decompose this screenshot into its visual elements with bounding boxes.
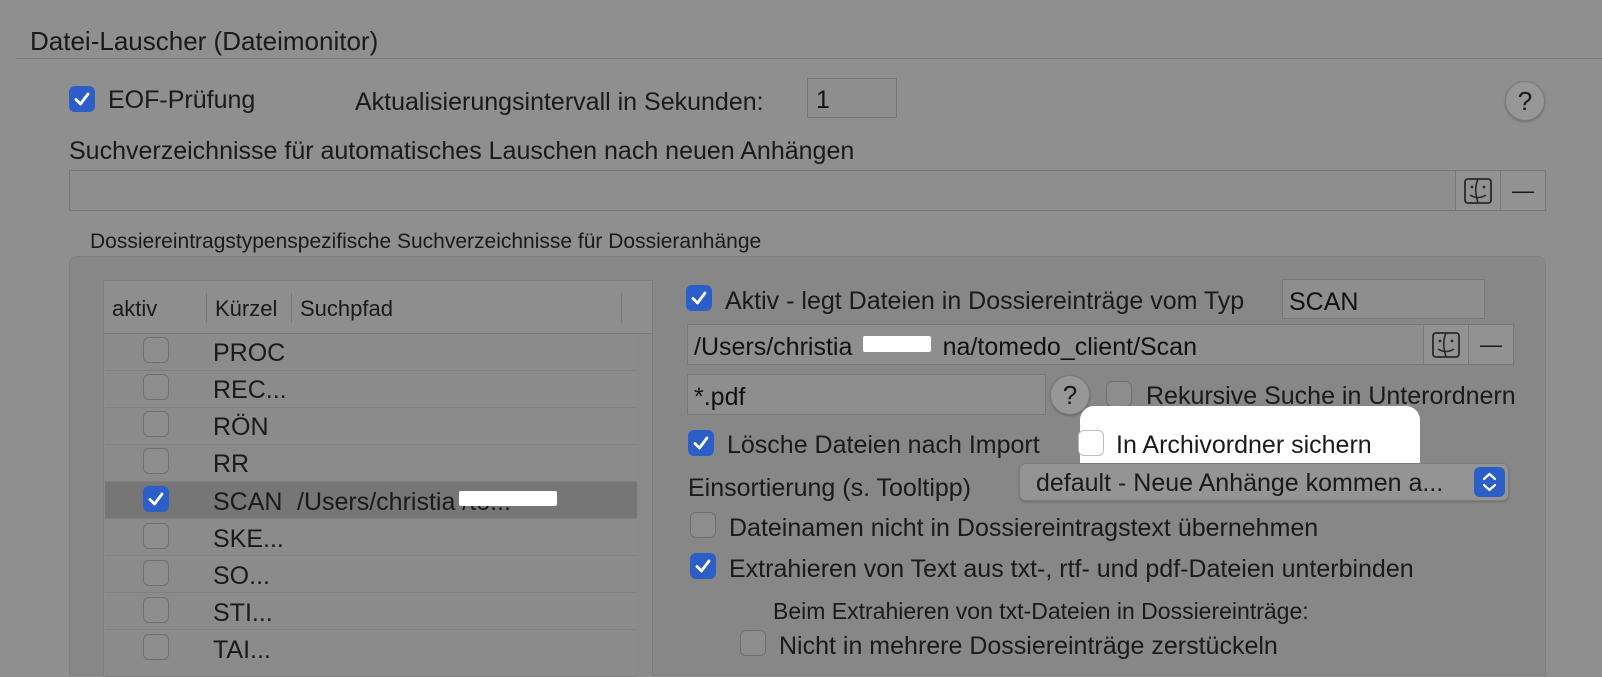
no-filename-label: Dateinamen nicht in Dossiereintragstext … bbox=[729, 514, 1319, 542]
table-row[interactable] bbox=[105, 334, 637, 371]
archive-label: In Archivordner sichern bbox=[1116, 431, 1372, 459]
row-active-checkbox[interactable] bbox=[143, 411, 169, 437]
table-row[interactable] bbox=[105, 445, 637, 482]
path-input[interactable]: /Users/christia na/tomedo_client/Scan bbox=[687, 324, 1424, 365]
table-row[interactable] bbox=[105, 371, 637, 408]
checkmark-icon bbox=[74, 92, 90, 106]
no-extract-label: Extrahieren von Text aus txt-, rtf- und … bbox=[729, 555, 1414, 583]
row-short: RR bbox=[213, 450, 250, 478]
row-short: PROC bbox=[213, 339, 286, 367]
table-row[interactable] bbox=[105, 630, 637, 677]
archive-checkbox[interactable] bbox=[1078, 430, 1104, 456]
txt-extract-heading: Beim Extrahieren von txt-Dateien in Doss… bbox=[773, 598, 1309, 624]
delete-checkbox[interactable] bbox=[688, 430, 714, 456]
help-button[interactable]: ? bbox=[1505, 81, 1545, 121]
eof-label: EOF-Prüfung bbox=[108, 86, 256, 114]
row-active-checkbox[interactable] bbox=[143, 337, 169, 363]
filter-input[interactable]: *.pdf bbox=[687, 374, 1046, 415]
finder-icon bbox=[1432, 331, 1460, 358]
header-path[interactable]: Suchpfad bbox=[300, 296, 393, 322]
row-short: SKE... bbox=[213, 525, 284, 553]
checkmark-icon bbox=[693, 436, 709, 450]
no-split-checkbox[interactable] bbox=[740, 630, 766, 656]
checkmark-icon bbox=[695, 559, 711, 573]
search-dirs-field[interactable] bbox=[69, 170, 1456, 211]
delete-label: Lösche Dateien nach Import bbox=[727, 431, 1040, 459]
redaction-mask bbox=[863, 336, 931, 352]
remove-dir-button[interactable]: — bbox=[1500, 170, 1546, 211]
header-divider bbox=[206, 293, 207, 323]
interval-label: Aktualisierungsintervall in Sekunden: bbox=[355, 88, 764, 116]
active-checkbox[interactable] bbox=[686, 285, 712, 311]
row-short: RÖN bbox=[213, 413, 269, 441]
no-filename-checkbox[interactable] bbox=[690, 512, 716, 538]
row-active-checkbox[interactable] bbox=[143, 597, 169, 623]
finder-button[interactable] bbox=[1455, 170, 1501, 211]
interval-input[interactable]: 1 bbox=[807, 78, 897, 118]
path-finder-button[interactable] bbox=[1423, 324, 1469, 365]
no-extract-checkbox[interactable] bbox=[690, 553, 716, 579]
eof-checkbox[interactable] bbox=[69, 86, 95, 112]
row-short: STI... bbox=[213, 599, 273, 627]
table-row[interactable] bbox=[105, 556, 637, 593]
row-short: SCAN bbox=[213, 488, 283, 516]
header-divider bbox=[291, 293, 292, 323]
header-divider bbox=[621, 293, 622, 323]
recursive-checkbox[interactable] bbox=[1106, 381, 1132, 407]
header-short[interactable]: Kürzel bbox=[215, 296, 277, 322]
redaction-mask bbox=[459, 491, 557, 506]
table-row[interactable] bbox=[105, 593, 637, 630]
type-input[interactable]: SCAN bbox=[1282, 279, 1485, 319]
dossier-group-title: Dossiereintragstypenspezifische Suchverz… bbox=[90, 230, 762, 253]
search-dirs-label: Suchverzeichnisse für automatisches Laus… bbox=[69, 137, 855, 165]
row-active-checkbox[interactable] bbox=[143, 634, 169, 660]
finder-icon bbox=[1464, 177, 1492, 204]
row-active-checkbox[interactable] bbox=[143, 486, 169, 512]
table-row[interactable] bbox=[105, 519, 637, 556]
row-active-checkbox[interactable] bbox=[143, 523, 169, 549]
section-title: Datei-Lauscher (Dateimonitor) bbox=[30, 26, 379, 56]
select-arrows-icon bbox=[1474, 467, 1505, 497]
checkmark-icon bbox=[148, 492, 164, 506]
section-divider bbox=[16, 58, 1602, 59]
row-short: TAI... bbox=[213, 636, 271, 664]
active-label: Aktiv - legt Dateien in Dossiereinträge … bbox=[725, 287, 1245, 315]
table-row[interactable] bbox=[105, 408, 637, 445]
header-active[interactable]: aktiv bbox=[112, 296, 157, 322]
row-active-checkbox[interactable] bbox=[143, 374, 169, 400]
row-short: REC... bbox=[213, 376, 287, 404]
sort-label: Einsortierung (s. Tooltipp) bbox=[688, 474, 972, 502]
no-split-label: Nicht in mehrere Dossiereinträge zerstüc… bbox=[779, 632, 1278, 660]
row-short: SO... bbox=[213, 562, 270, 590]
row-active-checkbox[interactable] bbox=[143, 560, 169, 586]
checkmark-icon bbox=[691, 291, 707, 305]
sort-select-value: default - Neue Anhänge kommen a... bbox=[1036, 469, 1444, 497]
path-remove-button[interactable]: — bbox=[1468, 324, 1514, 365]
row-active-checkbox[interactable] bbox=[143, 448, 169, 474]
